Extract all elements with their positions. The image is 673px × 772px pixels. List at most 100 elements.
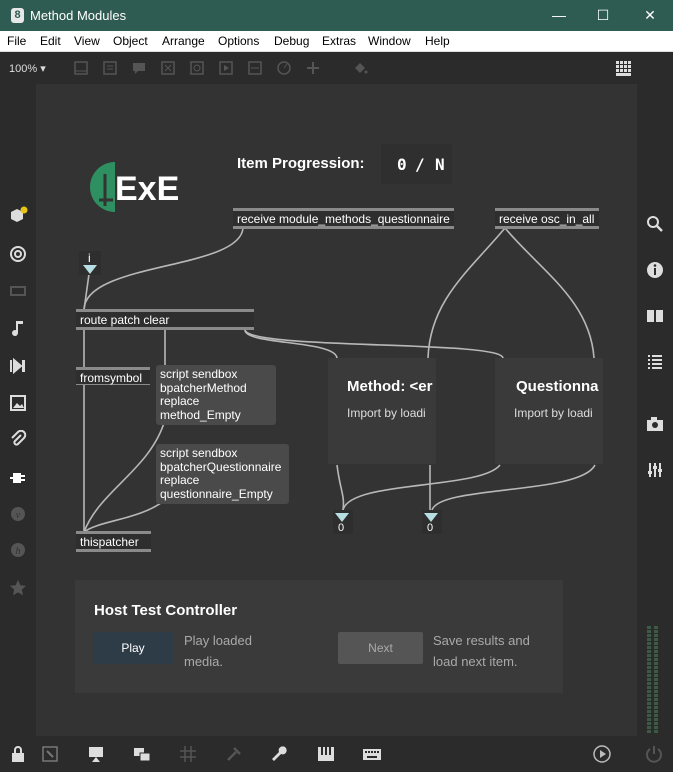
questionnaire-script-line-2: bpatcherQuestionnaire [160, 459, 282, 474]
left-sidebar: v h [0, 84, 36, 736]
menu-arrange[interactable]: Arrange [162, 34, 205, 48]
method-script-line-1: script sendbox [160, 367, 238, 381]
book-icon[interactable] [645, 306, 665, 326]
windows-icon[interactable] [132, 744, 152, 764]
zoom-level[interactable]: 100% ▾ [9, 62, 46, 75]
list-icon[interactable] [645, 352, 665, 372]
next-description: Save results and load next item. [433, 633, 530, 669]
title-bar: 8 Method Modules — ☐ ✕ [0, 0, 673, 31]
questionnaire-bpatcher-title: Questionna [516, 378, 599, 395]
progress-total: N [435, 155, 445, 174]
paint-bucket-icon[interactable] [352, 60, 368, 76]
host-test-controller-panel: Host Test Controller Play Play loaded me… [75, 580, 563, 693]
target-icon[interactable] [8, 244, 28, 264]
wrench-icon[interactable] [270, 744, 290, 764]
questionnaire-script-line-4: questionnaire_Empty [160, 486, 273, 501]
svg-text:v: v [16, 510, 21, 521]
slider-object-icon[interactable] [247, 60, 263, 76]
questionnaire-bpatcher-subtitle: Import by loadi [514, 406, 593, 420]
paperclip-icon[interactable] [8, 429, 28, 450]
bottom-toolbar [0, 736, 673, 772]
menu-view[interactable]: View [74, 34, 100, 48]
item-progression-counter: 0 / N [381, 144, 452, 184]
receive-questionnaire-object[interactable]: receive module_methods_questionnaire [233, 208, 454, 229]
piano-icon[interactable] [316, 744, 336, 764]
v-badge-icon[interactable]: v [8, 504, 28, 524]
comment-box-icon[interactable] [102, 60, 118, 76]
h-badge-icon[interactable]: h [8, 540, 28, 560]
add-object-icon[interactable] [305, 60, 321, 76]
svg-text:h: h [16, 546, 21, 557]
inlet-label: i [88, 251, 91, 265]
keyboard-icon[interactable] [362, 744, 382, 764]
questionnaire-bpatcher[interactable]: Questionna Import by loadi [495, 358, 603, 464]
menu-window[interactable]: Window [368, 34, 411, 48]
grid-icon[interactable] [178, 744, 198, 764]
method-script-line-4: method_Empty [160, 407, 241, 422]
speech-bubble-icon[interactable] [131, 60, 147, 76]
window-title: Method Modules [30, 8, 127, 23]
menu-extras[interactable]: Extras [322, 34, 356, 48]
debug-probe-icon[interactable] [224, 744, 244, 764]
next-button[interactable]: Next [338, 632, 423, 664]
questionnaire-script-message[interactable]: script sendbox bpatcherQuestionnaire rep… [156, 444, 289, 504]
menu-debug[interactable]: Debug [274, 34, 309, 48]
close-button[interactable]: ✕ [627, 0, 673, 31]
method-script-message[interactable]: script sendbox bpatcherMethod replace me… [156, 365, 276, 425]
method-bpatcher-title: Method: <er [347, 378, 433, 395]
item-progression-label: Item Progression: [237, 155, 365, 172]
menu-object[interactable]: Object [113, 34, 148, 48]
screen-icon[interactable] [86, 744, 106, 764]
x-box-icon[interactable] [160, 60, 176, 76]
method-bpatcher[interactable]: Method: <er Import by loadi [328, 358, 436, 464]
minimize-button[interactable]: — [536, 0, 582, 31]
outlet-arrow-icon [335, 513, 349, 522]
exe-logo: ExE [89, 162, 179, 212]
questionnaire-outlet-value: 0 [427, 522, 434, 534]
menu-options[interactable]: Options [218, 34, 259, 48]
transport-play-icon[interactable] [592, 744, 612, 764]
method-script-line-2: bpatcherMethod [160, 380, 247, 395]
presentation-mode-icon[interactable] [40, 744, 60, 764]
method-script-line-3: replace [160, 394, 200, 408]
max-app-icon: 8 [11, 8, 24, 23]
menu-file[interactable]: File [7, 34, 26, 48]
method-outlet-value: 0 [338, 522, 345, 534]
image-icon[interactable] [8, 393, 28, 413]
music-note-icon[interactable] [8, 318, 28, 338]
receive-osc-object[interactable]: receive osc_in_all [495, 208, 599, 229]
fromsymbol-object[interactable]: fromsymbol [76, 367, 150, 385]
star-icon[interactable] [8, 578, 28, 598]
logo-text: ExE [115, 170, 179, 208]
info-icon[interactable] [645, 260, 665, 280]
patcher-toolbar: 100% ▾ [0, 52, 673, 84]
packages-icon[interactable] [8, 206, 28, 226]
play-object-icon[interactable] [218, 60, 234, 76]
mixer-sliders-icon[interactable] [645, 460, 665, 480]
power-icon[interactable] [644, 744, 664, 764]
route-object[interactable]: route patch clear [76, 309, 254, 330]
method-outlet-button[interactable]: 0 [333, 510, 353, 534]
video-icon[interactable] [8, 356, 28, 376]
menu-bar: File Edit View Object Arrange Options De… [0, 31, 673, 52]
media-strip-icon[interactable] [8, 281, 28, 301]
inlet-i[interactable]: i [79, 251, 101, 275]
lock-icon[interactable] [8, 744, 28, 764]
questionnaire-outlet-button[interactable]: 0 [422, 510, 442, 534]
plug-icon[interactable] [8, 468, 28, 488]
presentation-toggle-icon[interactable] [73, 60, 89, 76]
grid-toggle-icon[interactable] [615, 60, 631, 76]
thispatcher-object[interactable]: thispatcher [76, 531, 151, 552]
play-button[interactable]: Play [93, 632, 173, 664]
menu-edit[interactable]: Edit [40, 34, 61, 48]
toggle-object-icon[interactable] [189, 60, 205, 76]
level-meter-left [647, 626, 651, 734]
camera-icon[interactable] [645, 414, 665, 434]
right-sidebar [637, 84, 673, 736]
questionnaire-script-line-1: script sendbox [160, 446, 238, 460]
dial-object-icon[interactable] [276, 60, 292, 76]
progress-current: 0 [397, 155, 407, 174]
menu-help[interactable]: Help [425, 34, 450, 48]
search-icon[interactable] [645, 214, 665, 234]
maximize-button[interactable]: ☐ [580, 0, 626, 31]
